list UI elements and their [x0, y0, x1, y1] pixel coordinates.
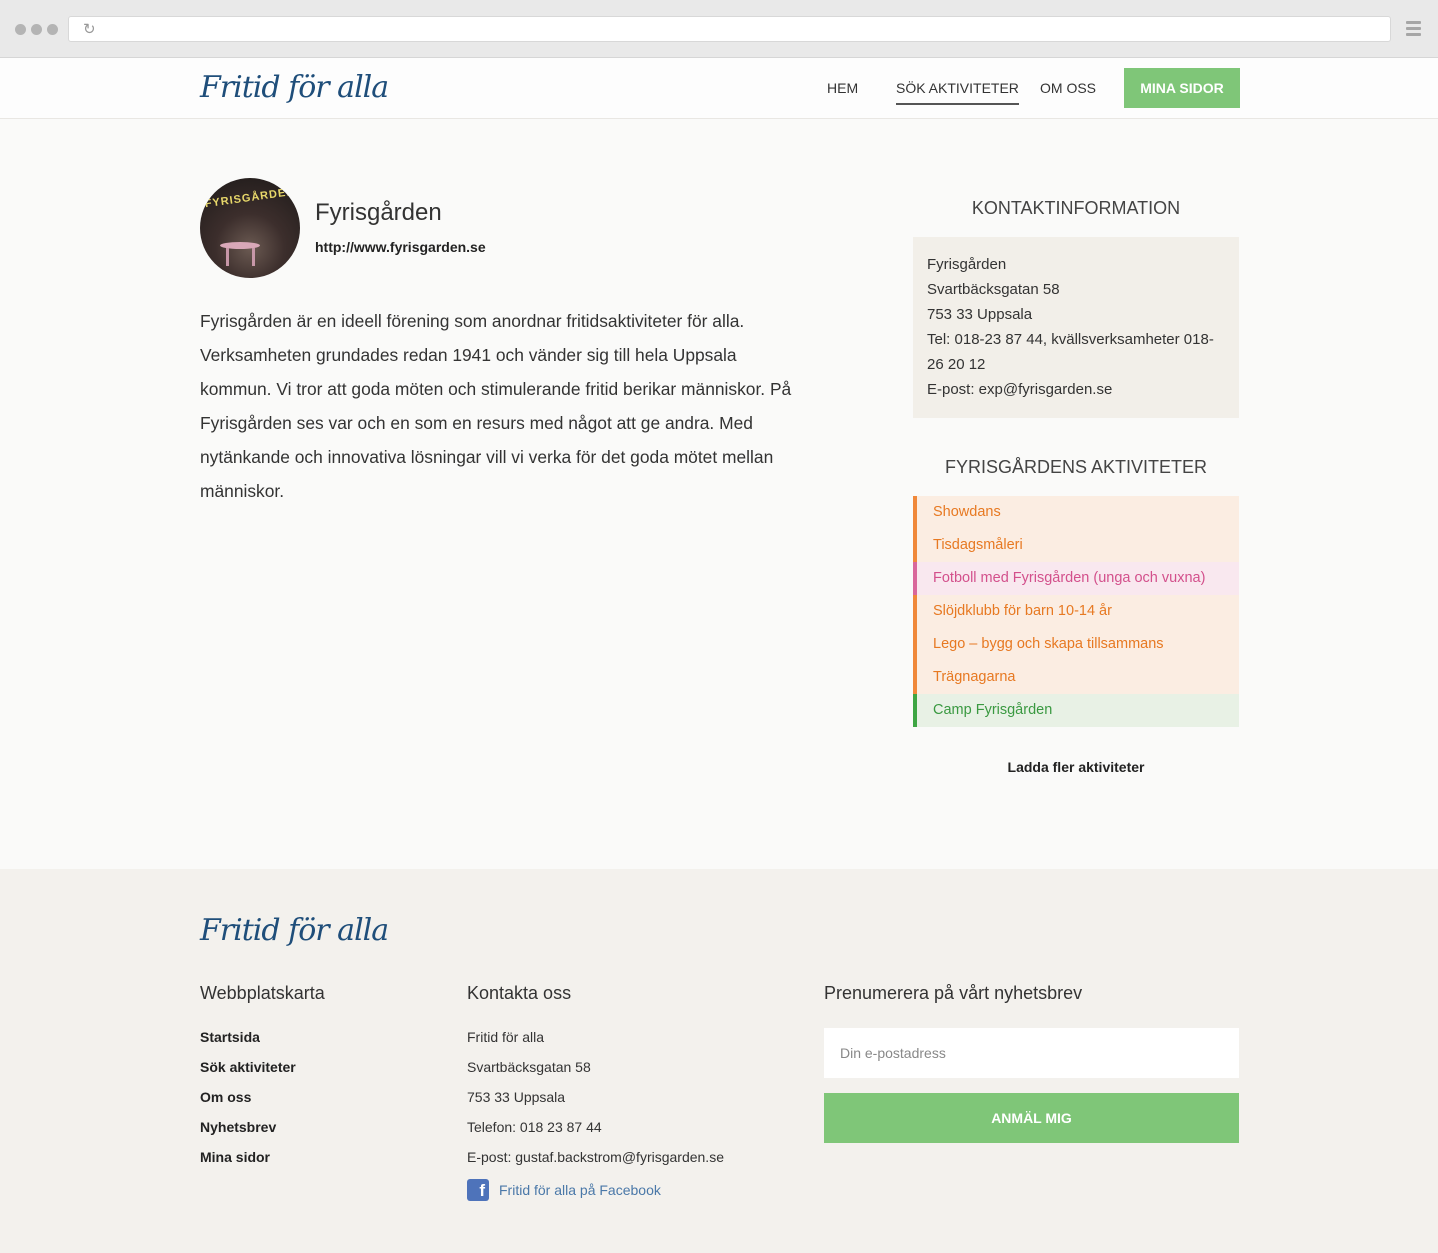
sitemap-heading: Webbplatskarta [200, 983, 325, 1003]
footer-link-sok-aktiviteter[interactable]: Sök aktiviteter [200, 1059, 296, 1075]
mina-sidor-button[interactable]: MINA SIDOR [1124, 68, 1240, 108]
footer-contact-line: Fritid för alla [467, 1029, 545, 1045]
site-footer: Fritid för alla Webbplatskarta Startsida… [0, 869, 1438, 1253]
window-controls[interactable] [15, 24, 58, 35]
footer-contact-line: Telefon: 018 23 87 44 [467, 1119, 602, 1135]
footer-contact-line: 753 33 Uppsala [467, 1089, 566, 1105]
activity-item[interactable]: Camp Fyrisgården [913, 694, 1239, 727]
organization-avatar: FYRISGÅRDEN [200, 178, 300, 278]
contact-line: Svartbäcksgatan 58 [927, 281, 1060, 298]
footer-link-om-oss[interactable]: Om oss [200, 1089, 251, 1105]
page-title: Fyrisgården [315, 199, 442, 226]
contact-line: Fyrisgården [927, 256, 1007, 273]
browser-menu-icon[interactable] [1406, 21, 1421, 39]
activity-item[interactable]: Trägnagarna [913, 661, 1239, 694]
facebook-link-label: Fritid för alla på Facebook [499, 1182, 661, 1198]
browser-chrome: ↻ [0, 0, 1438, 58]
newsletter-email-input[interactable] [824, 1028, 1239, 1078]
address-bar[interactable]: ↻ [68, 16, 1391, 42]
activity-item[interactable]: Lego – bygg och skapa tillsammans [913, 628, 1239, 661]
footer-link-mina-sidor[interactable]: Mina sidor [200, 1149, 270, 1165]
footer-link-nyhetsbrev[interactable]: Nyhetsbrev [200, 1119, 276, 1135]
site-header: Fritid för alla HEM SÖK AKTIVITETER OM O… [0, 58, 1438, 119]
contact-heading: KONTAKTINFORMATION [971, 198, 1181, 218]
reload-icon[interactable]: ↻ [83, 21, 96, 39]
contact-line: 753 33 Uppsala [927, 306, 1033, 323]
nav-item-om-oss[interactable]: OM OSS [1040, 80, 1096, 96]
newsletter-subscribe-button[interactable]: ANMÄL MIG [824, 1093, 1239, 1143]
footer-contact-line: E-post: gustaf.backstrom@fyrisgarden.se [467, 1149, 724, 1165]
contact-line: Tel: 018-23 87 44, kvällsverksamheter 01… [927, 331, 1214, 373]
activities-heading: FYRISGÅRDENS AKTIVITETER [944, 457, 1208, 477]
activity-item[interactable]: Tisdagsmåleri [913, 529, 1239, 562]
activities-list: Showdans Tisdagsmåleri Fotboll med Fyris… [913, 496, 1239, 727]
window-dot-icon[interactable] [47, 24, 58, 35]
footer-contact-line: Svartbäcksgatan 58 [467, 1059, 591, 1075]
nav-item-hem[interactable]: HEM [827, 80, 858, 96]
window-dot-icon[interactable] [31, 24, 42, 35]
footer-link-startsida[interactable]: Startsida [200, 1029, 260, 1045]
footer-logo[interactable]: Fritid för alla [200, 913, 389, 948]
nav-item-sok-aktiviteter[interactable]: SÖK AKTIVITETER [896, 80, 1019, 105]
facebook-icon: f [467, 1179, 489, 1201]
newsletter-heading: Prenumerera på vårt nyhetsbrev [824, 983, 1083, 1003]
activity-item[interactable]: Fotboll med Fyrisgården (unga och vuxna) [913, 562, 1239, 595]
organization-website-link[interactable]: http://www.fyrisgarden.se [315, 239, 486, 255]
load-more-activities-link[interactable]: Ladda fler aktiviteter [913, 759, 1239, 775]
avatar-sign-text: FYRISGÅRDEN [204, 185, 296, 211]
site-logo[interactable]: Fritid för alla [200, 70, 389, 105]
window-dot-icon[interactable] [15, 24, 26, 35]
footer-contact-heading: Kontakta oss [467, 983, 572, 1003]
organization-description: Fyrisgården är en ideell förening som an… [200, 311, 792, 501]
activity-item[interactable]: Slöjdklubb för barn 10-14 år [913, 595, 1239, 628]
contact-info-box: Fyrisgården Svartbäcksgatan 58 753 33 Up… [913, 237, 1239, 418]
facebook-link[interactable]: f Fritid för alla på Facebook [467, 1179, 661, 1201]
activity-item[interactable]: Showdans [913, 496, 1239, 529]
contact-line: E-post: exp@fyrisgarden.se [927, 381, 1113, 398]
